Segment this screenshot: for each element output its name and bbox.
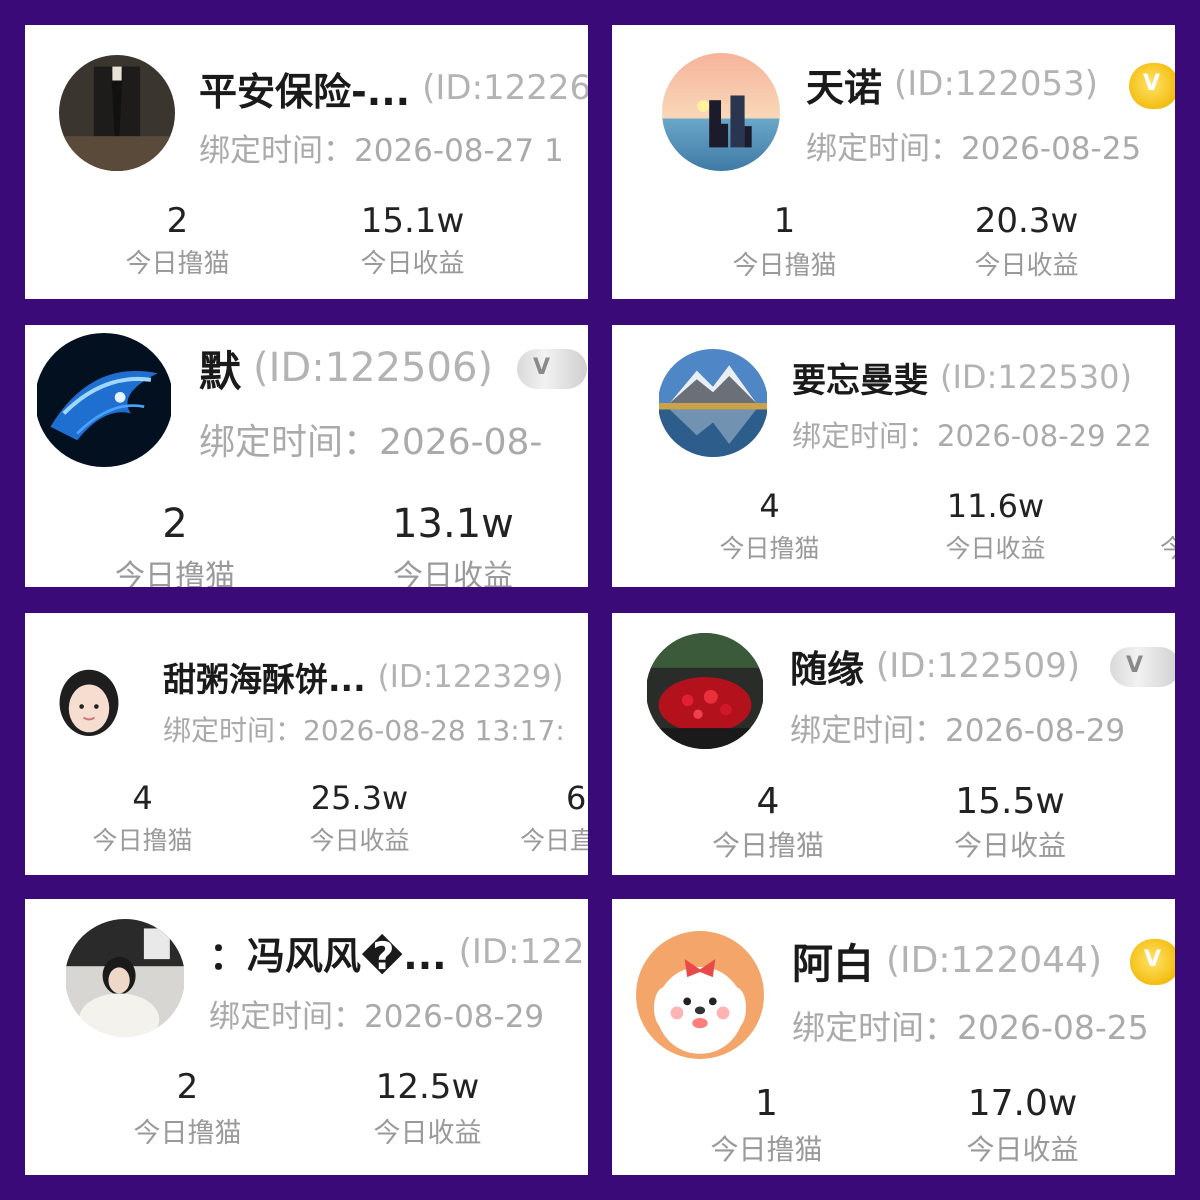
stat-cats: 2 今日撸猫 xyxy=(115,501,235,587)
silver-badge-icon: V xyxy=(517,349,587,389)
stat-earnings: 11.6w 今日收益 xyxy=(945,487,1046,563)
avatar xyxy=(658,349,768,457)
member-id: (ID:122509) xyxy=(876,646,1080,686)
stat-earnings: 17.0w 今日收益 xyxy=(966,1083,1079,1166)
stat-earnings: 12.5w 今日收益 xyxy=(373,1067,482,1149)
member-id: (ID:12226 xyxy=(422,68,588,108)
stat-earnings: 20.3w 今日收益 xyxy=(974,201,1079,281)
member-card[interactable]: 平安保险-... (ID:12226 绑定时间：2026-08-27 1 2 今… xyxy=(25,25,588,299)
member-card[interactable]: 随缘 (ID:122509) V 绑定时间：2026-08-29 4 今日撸猫 … xyxy=(612,613,1175,875)
avatar xyxy=(65,919,185,1037)
member-name: 阿白 xyxy=(792,940,874,988)
bind-time: 绑定时间：2026-08-29 xyxy=(790,713,1126,749)
avatar xyxy=(662,53,780,171)
stat-cats: 4 今日撸猫 xyxy=(92,779,193,855)
member-id: (ID:122 xyxy=(458,932,585,972)
member-card[interactable]: 要忘曼斐 (ID:122530) 绑定时间：2026-08-29 22 4 今日… xyxy=(612,325,1175,587)
member-id: (ID:122053) xyxy=(894,64,1098,104)
avatar xyxy=(646,633,764,749)
bind-time: 绑定时间：2026-08-25 xyxy=(806,131,1142,167)
bind-time: 绑定时间：2026-08-25 xyxy=(792,1008,1149,1047)
avatar xyxy=(59,55,175,171)
silver-badge-icon: V xyxy=(1110,647,1175,687)
stat-cats: 1 今日撸猫 xyxy=(732,201,837,281)
member-name: 平安保险-... xyxy=(199,69,411,114)
member-name: 天诺 xyxy=(806,65,883,110)
stat-extra: 今 xyxy=(1160,534,1175,563)
member-id: (ID:122506) xyxy=(253,345,493,391)
stat-cats: 4 今日撸猫 xyxy=(711,781,824,862)
member-name: 默 xyxy=(199,346,242,396)
stat-cats: 1 今日撸猫 xyxy=(710,1083,823,1166)
member-card[interactable]: ：冯风风�... (ID:122 绑定时间：2026-08-29 2 今日撸猫 … xyxy=(25,899,588,1175)
stat-earnings: 13.1w 今日收益 xyxy=(392,501,514,587)
member-card[interactable]: 阿白 (ID:122044) V 绑定时间：2026-08-25 1 今日撸猫 … xyxy=(612,899,1175,1175)
member-name: 要忘曼斐 xyxy=(792,360,928,401)
member-card[interactable]: 天诺 (ID:122053) V 绑定时间：2026-08-25 1 今日撸猫 … xyxy=(612,25,1175,299)
stat-earnings: 15.5w 今日收益 xyxy=(953,781,1066,862)
member-card[interactable]: 甜粥海酥饼... (ID:122329) 绑定时间：2026-08-28 13:… xyxy=(25,613,588,875)
stat-extra: 6 今日直 xyxy=(520,779,588,855)
bind-time: 绑定时间：2026-08-28 13:17: xyxy=(163,714,565,747)
member-card[interactable]: 默 (ID:122506) V 绑定时间：2026-08- 2 今日撸猫 13.… xyxy=(25,325,588,587)
member-name: 甜粥海酥饼... xyxy=(163,660,366,699)
bind-time: 绑定时间：2026-08-29 xyxy=(209,999,545,1035)
gold-badge-icon: V xyxy=(1130,939,1175,985)
member-id: (ID:122530) xyxy=(940,358,1132,396)
bind-time: 绑定时间：2026-08-27 1 xyxy=(199,133,564,169)
member-id: (ID:122329) xyxy=(377,659,564,695)
stat-earnings: 25.3w 今日收益 xyxy=(309,779,410,855)
gold-badge-icon: V xyxy=(1129,63,1175,109)
stat-cats: 2 今日撸猫 xyxy=(125,201,230,279)
avatar xyxy=(43,655,135,747)
stat-cats: 4 今日撸猫 xyxy=(719,487,820,563)
bind-time: 绑定时间：2026-08- xyxy=(199,422,543,463)
avatar xyxy=(35,333,173,467)
bind-time: 绑定时间：2026-08-29 22 xyxy=(792,419,1152,453)
member-name: 随缘 xyxy=(790,648,864,691)
member-id: (ID:122044) xyxy=(886,939,1102,981)
avatar xyxy=(636,931,764,1059)
stat-cats: 2 今日撸猫 xyxy=(133,1067,242,1149)
member-name: ：冯风风�... xyxy=(209,933,447,978)
stat-earnings: 15.1w 今日收益 xyxy=(360,201,465,279)
